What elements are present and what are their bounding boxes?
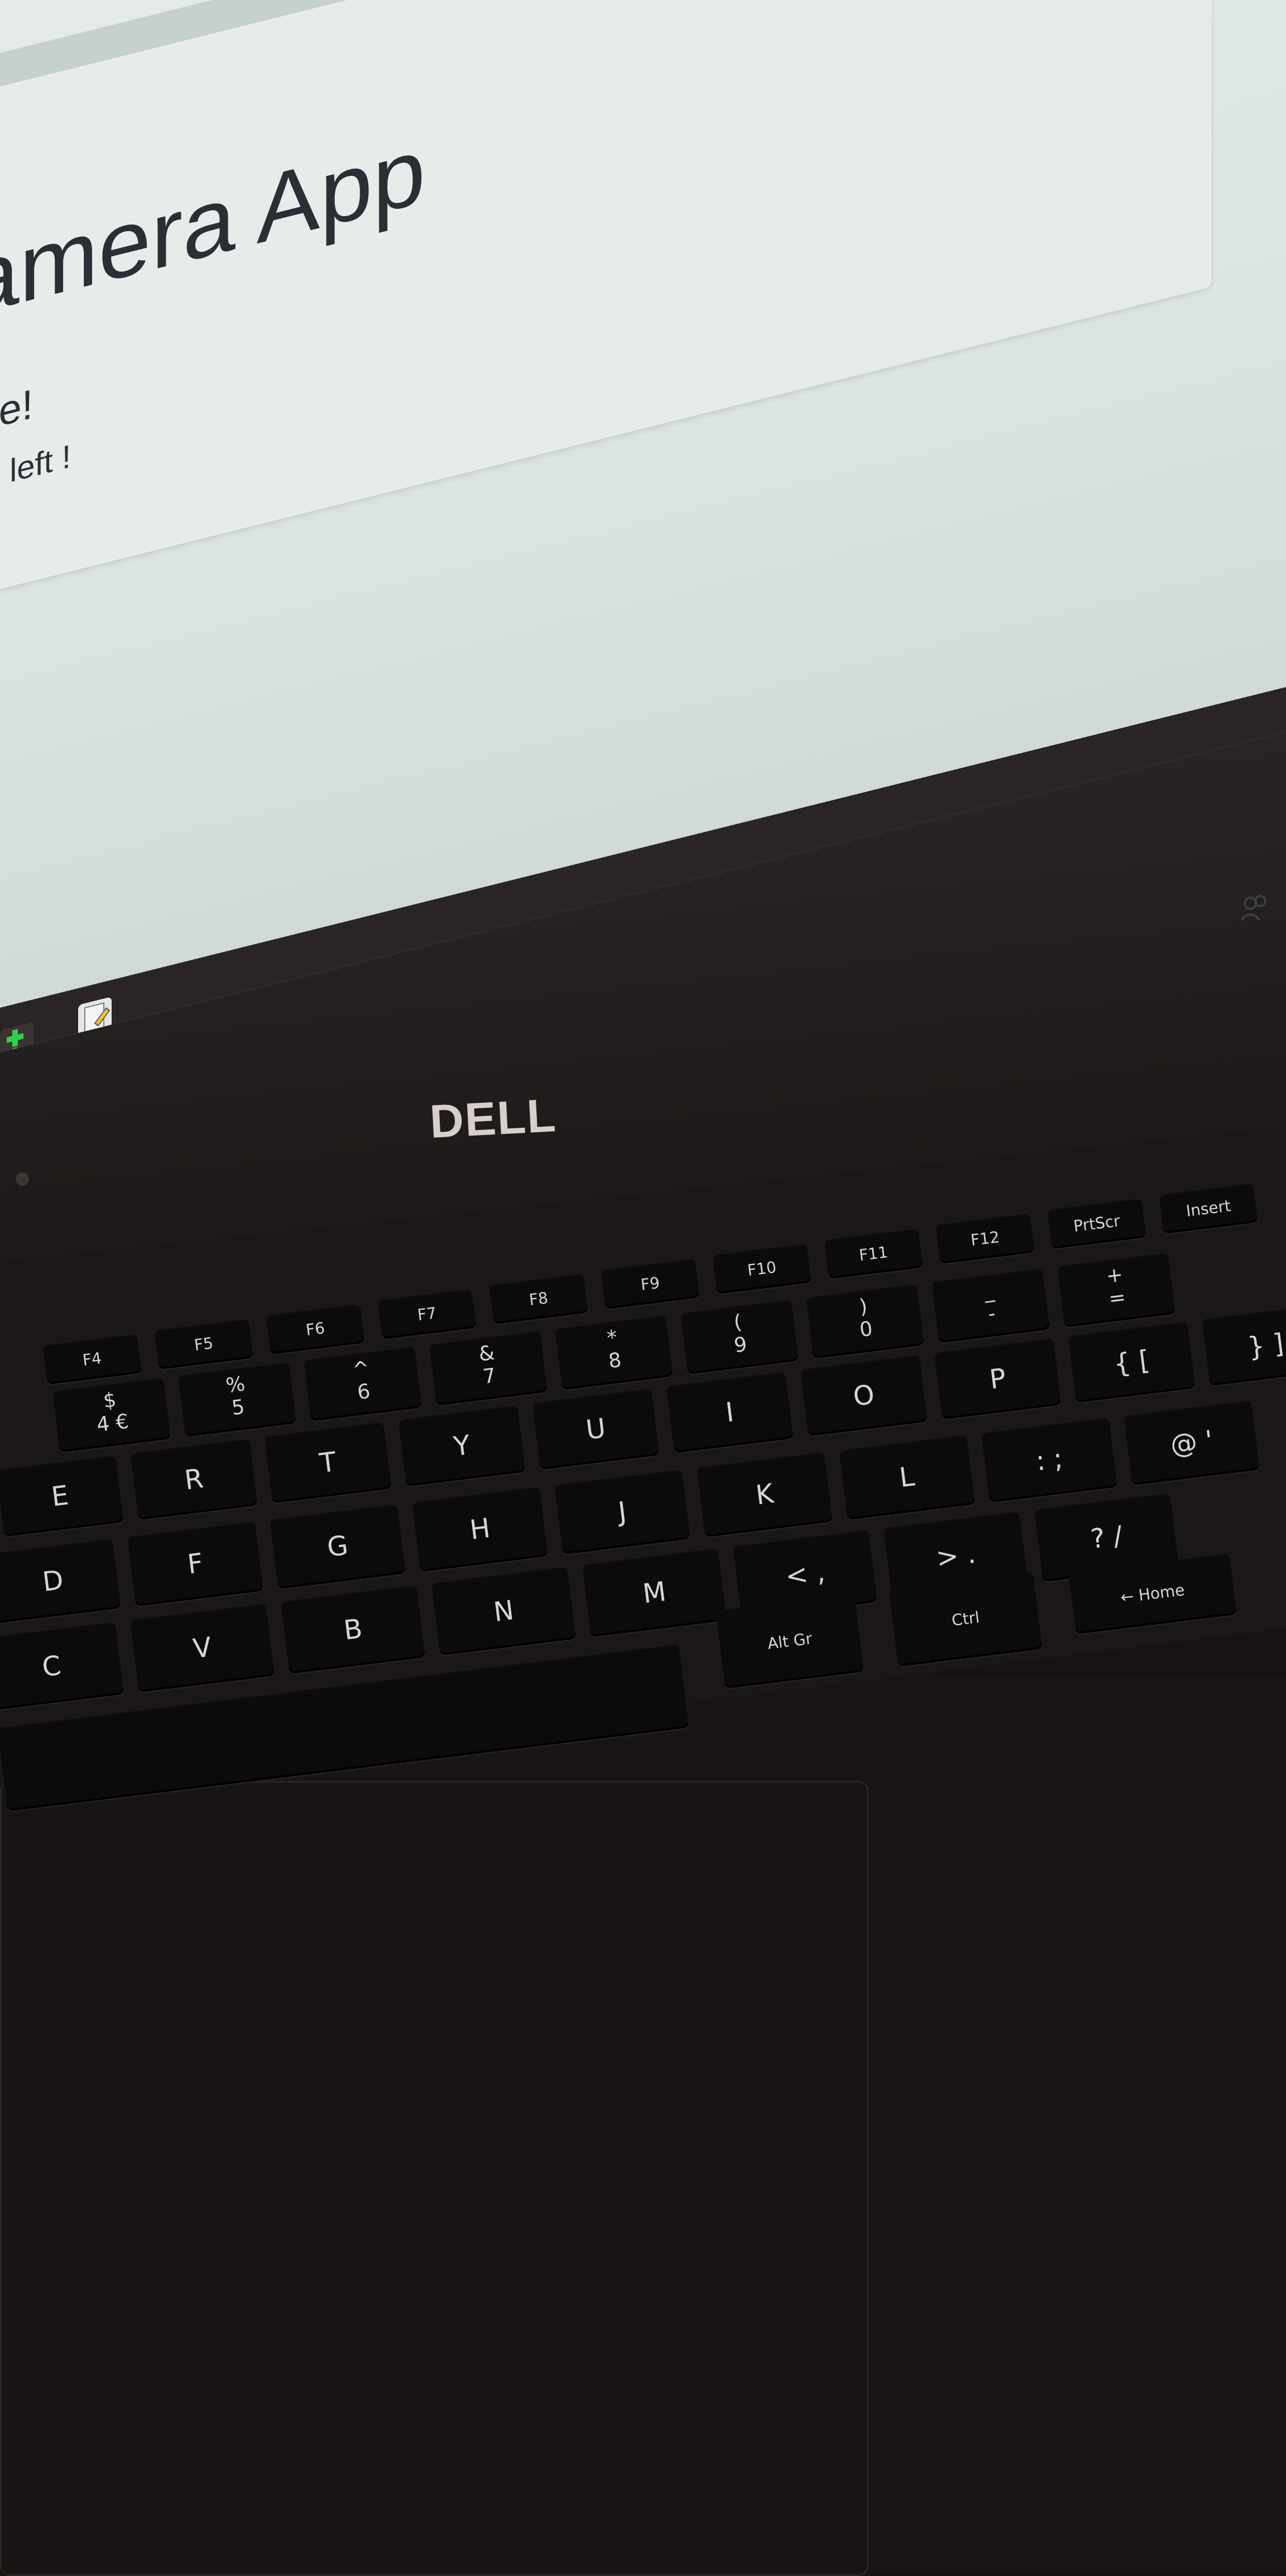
key--[interactable]: _ - [932,1268,1050,1343]
key-f[interactable]: F [127,1521,263,1607]
key-9[interactable]: (9 [680,1300,799,1375]
key-f9[interactable]: F9 [601,1258,700,1310]
key-l[interactable]: L [839,1435,975,1520]
key-d[interactable]: D [0,1539,121,1624]
user-account-icon [1239,893,1270,932]
key-f5[interactable]: F5 [154,1319,253,1370]
key-p[interactable]: P [934,1338,1062,1420]
key-f12[interactable]: F12 [935,1213,1035,1265]
key-o[interactable]: O [800,1355,928,1437]
key-f11[interactable]: F11 [824,1228,923,1280]
key-n[interactable]: N [431,1567,577,1656]
key-5[interactable]: % 5 [178,1362,296,1437]
key-k[interactable]: K [697,1452,833,1538]
app-message: ple! [0,380,33,443]
key-b[interactable]: B [280,1585,426,1674]
key-}[interactable]: } ] [1202,1305,1286,1386]
key-j[interactable]: J [554,1469,690,1555]
key-@[interactable]: @ ' [1124,1400,1260,1486]
key-prtscr[interactable]: PrtScr [1047,1198,1146,1249]
key-e[interactable]: E [0,1455,124,1537]
key-r[interactable]: R [130,1439,258,1520]
app-status-text: es left ! [0,438,71,500]
key-f10[interactable]: F10 [712,1243,812,1295]
app-title: amera App [0,116,426,337]
key-f7[interactable]: F7 [377,1289,477,1340]
key-y[interactable]: Y [398,1405,526,1487]
key-f4[interactable]: F4 [42,1334,142,1385]
key-{[interactable]: { [ [1068,1321,1196,1403]
key-4[interactable]: $4 € [52,1378,171,1453]
key-v[interactable]: V [129,1603,275,1693]
key-i[interactable]: I [666,1372,794,1453]
webcam-indicator [16,1172,29,1186]
key-m[interactable]: M [582,1548,727,1637]
key-g[interactable]: G [270,1504,406,1589]
key-7[interactable]: & 7 [429,1331,548,1406]
key-h[interactable]: H [412,1487,548,1572]
key-6[interactable]: ^ 6 [304,1347,422,1421]
key-u[interactable]: U [532,1388,660,1470]
key-ctrl[interactable]: Ctrl [889,1571,1043,1667]
key-f6[interactable]: F6 [266,1304,365,1355]
key-8[interactable]: * 8 [555,1315,673,1390]
key-:[interactable]: : ; [981,1418,1117,1503]
key-0[interactable]: ) 0 [806,1284,924,1359]
key-insert[interactable]: Insert [1159,1183,1258,1234]
dell-logo: DELL [428,1089,558,1148]
key-c[interactable]: C [0,1622,124,1711]
key-alt-gr[interactable]: Alt Gr [716,1594,864,1689]
key-f8[interactable]: F8 [489,1273,588,1325]
key-=[interactable]: + = [1057,1253,1175,1328]
app-card-header-bar [0,0,1211,95]
key-t[interactable]: T [264,1422,392,1504]
